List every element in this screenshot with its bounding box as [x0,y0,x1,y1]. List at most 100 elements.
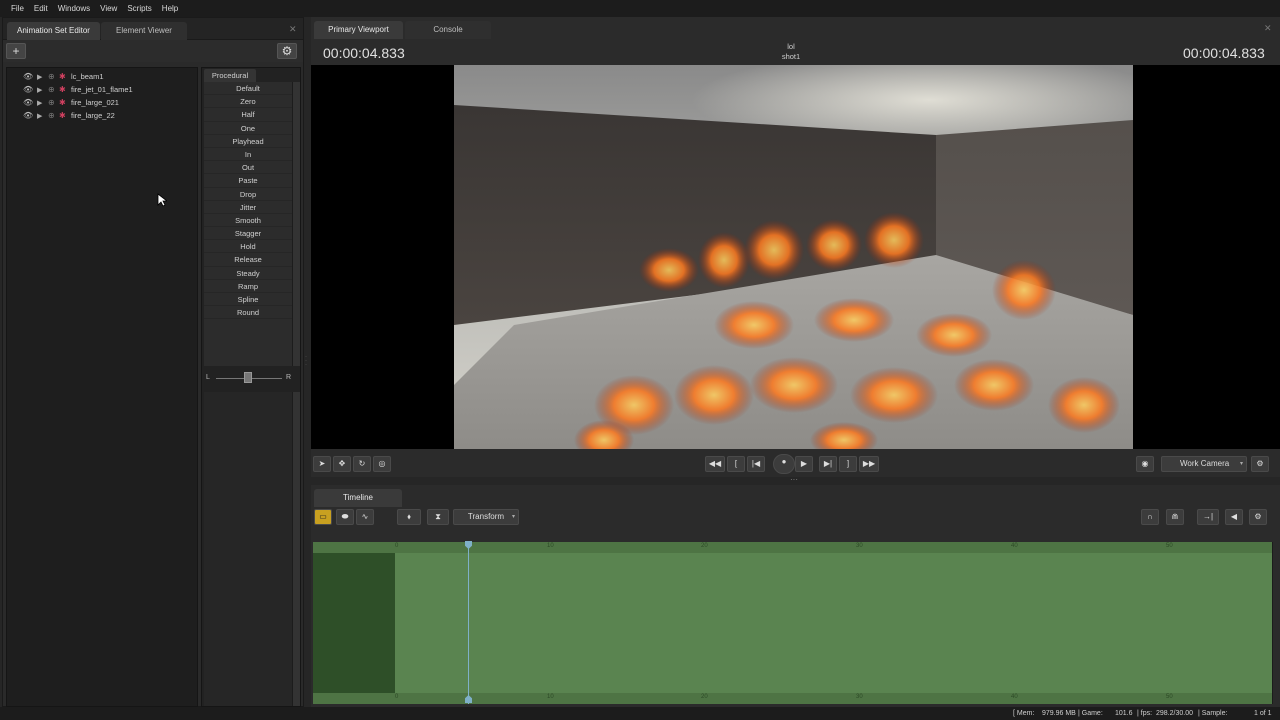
ruler-tick-label: 50 [1166,543,1173,549]
clip-editor-icon[interactable]: ▭ [314,509,332,525]
timeline-ruler-bottom[interactable]: 0 10 20 30 40 50 [313,693,1276,704]
step-back-icon[interactable]: |◀ [747,456,765,472]
go-to-end-icon[interactable]: →| [1197,509,1219,525]
viewport-settings-gear-icon[interactable]: ⚙ [1251,456,1269,472]
preset-round[interactable]: Round [204,306,292,320]
rewind-icon[interactable]: ◀◀ [705,456,725,472]
timeline-settings-gear-icon[interactable]: ⚙ [1249,509,1267,525]
timeline-ruler-top[interactable]: 0 10 20 30 40 50 [313,542,1276,553]
mute-audio-icon[interactable]: ◀ [1225,509,1243,525]
eye-icon[interactable]: 👁 [23,72,33,81]
fps-label: | fps: [1137,710,1153,717]
preset-smooth[interactable]: Smooth [204,214,292,228]
shot-clip[interactable] [395,553,1276,693]
menu-view[interactable]: View [100,4,117,13]
ruler-tick-label: 0 [395,543,399,549]
close-icon[interactable]: ✕ [1264,23,1272,34]
splitter-handle[interactable]: ··· [788,476,800,484]
mark-out-icon[interactable]: ] [839,456,857,472]
mouse-cursor-icon [157,193,167,207]
ruler-tick-label: 50 [1166,694,1173,700]
eye-icon[interactable]: 👁 [23,111,33,120]
tree-item-label: fire_large_22 [71,111,115,120]
tab-timeline[interactable]: Timeline [314,489,402,507]
preset-release[interactable]: Release [204,253,292,267]
node-icon: ⊕ [48,72,55,81]
tab-primary-viewport[interactable]: Primary Viewport [314,21,403,39]
select-tool-icon[interactable]: ➤ [313,456,331,472]
timeline-track-area[interactable] [313,553,1276,693]
preset-ramp[interactable]: Ramp [204,280,292,293]
ruler-tick-label: 20 [701,694,708,700]
eye-icon[interactable]: 👁 [23,85,33,94]
record-button[interactable]: ● [773,454,795,474]
step-forward-icon[interactable]: ▶| [819,456,837,472]
expand-arrow-icon[interactable]: ▶ [37,86,42,94]
slider-handle[interactable] [244,372,252,383]
preset-default[interactable]: Default [204,82,292,96]
tree-item[interactable]: 👁 ▶ ⊕ ✱ lc_beam1 [7,70,197,83]
fast-forward-icon[interactable]: ▶▶ [859,456,879,472]
play-icon[interactable]: ▶ [795,456,813,472]
transform-mode-dropdown[interactable]: Transform ▾ [453,509,519,525]
tab-console[interactable]: Console [405,21,491,39]
scale-tool-icon[interactable]: ◎ [373,456,391,472]
motion-editor-icon[interactable]: ⬬ [336,509,354,525]
filter-icon[interactable]: ⧗ [427,509,449,525]
chevron-down-icon: ▾ [1239,461,1243,467]
add-button[interactable]: + [6,43,26,59]
preset-half[interactable]: Half [204,108,292,122]
tab-element-viewer[interactable]: Element Viewer [101,22,187,40]
timeline-scrollbar[interactable] [1272,542,1278,704]
tab-animation-set-editor[interactable]: Animation Set Editor [7,22,100,40]
splitter-handle[interactable]: ··· [305,354,309,368]
menu-edit[interactable]: Edit [34,4,48,13]
preset-spline[interactable]: Spline [204,293,292,307]
magnet-icon[interactable]: ∩ [1141,509,1159,525]
menu-windows[interactable]: Windows [58,4,90,13]
rotate-tool-icon[interactable]: ↻ [353,456,371,472]
preset-jitter[interactable]: Jitter [204,201,292,214]
tree-item[interactable]: 👁 ▶ ⊕ ✱ fire_large_021 [7,96,197,109]
game-value: 101.6 [1115,710,1133,717]
camera-target-icon[interactable]: ◉ [1136,456,1154,472]
pre-roll-region [313,553,395,693]
graph-editor-icon[interactable]: ∿ [356,509,374,525]
lower-scrollbar[interactable] [292,392,300,706]
key-tool-icon[interactable]: ⬧ [397,509,421,525]
expand-arrow-icon[interactable]: ▶ [37,73,42,81]
preset-drop[interactable]: Drop [204,188,292,201]
menu-scripts[interactable]: Scripts [127,4,151,13]
preset-stagger[interactable]: Stagger [204,227,292,241]
snap-frame-icon[interactable]: ⋒ [1166,509,1184,525]
preset-playhead[interactable]: Playhead [204,135,292,148]
menu-help[interactable]: Help [162,4,178,13]
mark-in-icon[interactable]: [ [727,456,745,472]
camera-select-dropdown[interactable]: Work Camera ▾ [1161,456,1247,472]
viewport-render[interactable] [311,65,1280,449]
preset-out[interactable]: Out [204,161,292,175]
tab-procedural[interactable]: Procedural [204,69,256,82]
playhead-line[interactable] [468,542,469,704]
preset-hold[interactable]: Hold [204,240,292,254]
menu-file[interactable]: File [11,4,24,13]
move-tool-icon[interactable]: ✥ [333,456,351,472]
preset-zero[interactable]: Zero [204,95,292,109]
expand-arrow-icon[interactable]: ▶ [37,112,42,120]
preset-paste[interactable]: Paste [204,174,292,188]
tree-item[interactable]: 👁 ▶ ⊕ ✱ fire_jet_01_flame1 [7,83,197,96]
primary-viewport-panel: Primary Viewport Console ✕ 00:00:04.833 … [311,17,1280,477]
eye-icon[interactable]: 👁 [23,98,33,107]
close-icon[interactable]: ✕ [289,24,297,35]
preset-in[interactable]: In [204,148,292,162]
expand-arrow-icon[interactable]: ▶ [37,99,42,107]
balance-slider[interactable]: L R [204,368,298,390]
tree-item-label: lc_beam1 [71,72,104,81]
preset-one[interactable]: One [204,122,292,135]
settings-gear-icon[interactable]: ⚙ [277,43,297,59]
tree-item[interactable]: 👁 ▶ ⊕ ✱ fire_large_22 [7,109,197,122]
preset-steady[interactable]: Steady [204,267,292,280]
preset-scrollbar[interactable] [292,82,300,366]
particle-system-icon: ✱ [59,72,66,81]
ruler-tick-label: 40 [1011,694,1018,700]
